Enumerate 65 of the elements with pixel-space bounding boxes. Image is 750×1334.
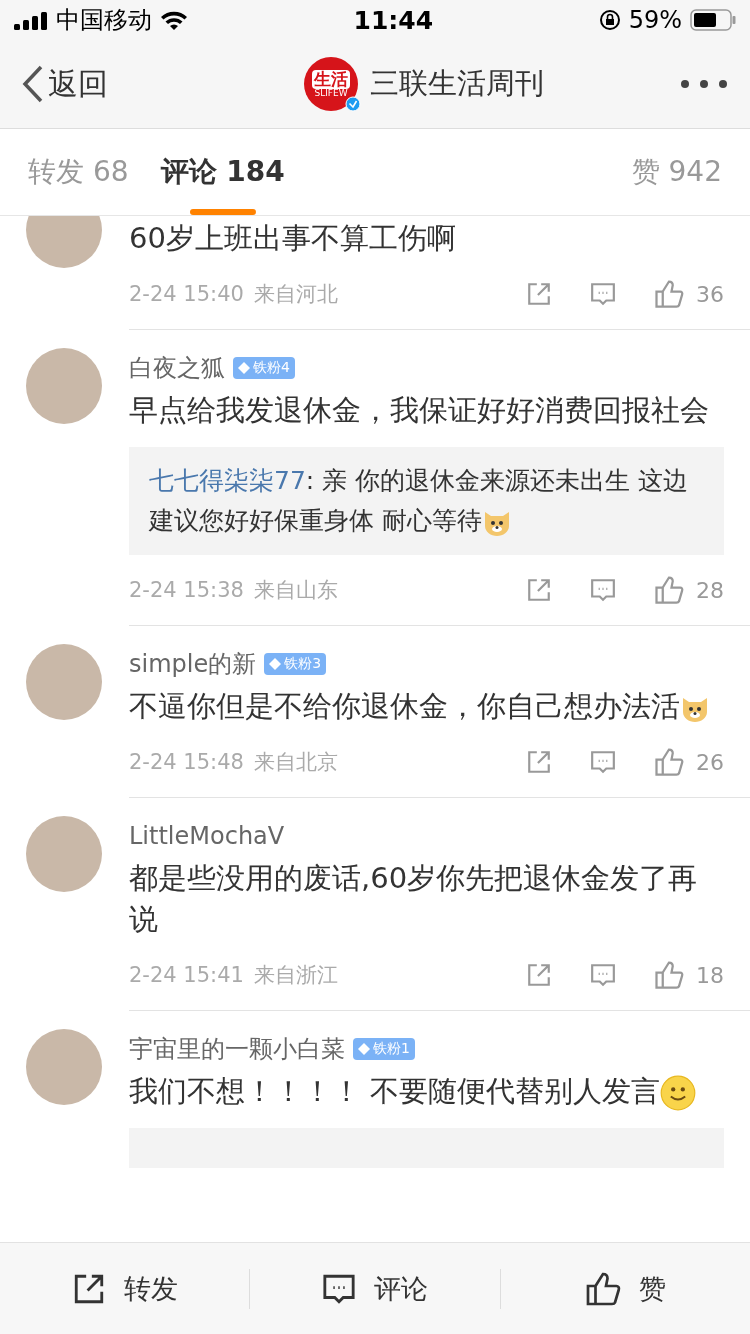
share-button[interactable] xyxy=(526,577,552,603)
battery-percent: 59% xyxy=(628,6,682,34)
comment-location: 来自北京 xyxy=(253,749,338,776)
reply-preview[interactable]: 七七得柒柒77: 亲 你的退休金来源还未出生 这边建议您好好保重身体 耐心等待 xyxy=(129,447,724,555)
username[interactable]: LittleMochaV xyxy=(129,822,285,850)
thumbs-up-icon xyxy=(654,960,684,990)
diamond-icon xyxy=(269,658,282,670)
logo-text: 生活 xyxy=(312,70,350,89)
clock-time: 11:44 xyxy=(353,5,434,35)
fan-badge: 铁粉1 xyxy=(353,1038,415,1060)
signal-icon xyxy=(14,10,48,30)
comment-location: 来自浙江 xyxy=(253,962,338,989)
thumbs-up-icon xyxy=(584,1270,621,1307)
logo-subtext: SLIFEW xyxy=(314,88,348,98)
comment-text: 60岁上班出事不算工伤啊 xyxy=(129,220,457,257)
share-icon xyxy=(526,281,552,307)
reply-username[interactable]: 七七得柒柒77 xyxy=(149,466,306,495)
comment-time: 2-24 15:38 xyxy=(129,578,244,602)
reply-button[interactable] xyxy=(590,281,616,307)
battery-icon xyxy=(690,9,736,31)
tab[interactable]: 评论 184 xyxy=(160,129,285,215)
carrier-name: 中国移动 xyxy=(56,5,152,36)
share-button[interactable] xyxy=(526,749,552,775)
comment-location: 来自河北 xyxy=(253,281,338,308)
comment-icon xyxy=(590,577,616,603)
chevron-left-icon xyxy=(22,65,44,103)
fan-badge: 铁粉3 xyxy=(264,653,327,675)
comment-time: 2-24 15:41 xyxy=(129,963,244,987)
share-button[interactable] xyxy=(526,281,552,307)
verified-icon xyxy=(345,96,361,112)
back-button[interactable]: 返回 xyxy=(22,63,108,105)
share-icon xyxy=(526,577,552,603)
share-icon xyxy=(526,749,552,775)
comment-text: 都是些没用的废话,60岁你先把退休金发了再说 xyxy=(129,860,699,938)
username[interactable]: 白夜之狐 xyxy=(129,352,225,384)
username[interactable]: 宇宙里的一颗小白菜 xyxy=(129,1033,345,1065)
comment-text: 不逼你但是不给你退休金，你自己想办法活 xyxy=(129,686,724,727)
comment-time: 2-24 15:48 xyxy=(129,750,244,774)
wifi-icon xyxy=(160,10,188,30)
comment-text: 早点给我发退休金，我保证好好消费回报社会 xyxy=(129,392,710,429)
diamond-icon xyxy=(358,1043,370,1055)
rotation-lock-icon xyxy=(598,9,621,31)
share-button[interactable] xyxy=(526,962,552,988)
action-button[interactable]: 评论 xyxy=(250,1243,500,1334)
reply-button[interactable] xyxy=(590,577,616,603)
comment-time: 2-24 15:40 xyxy=(129,282,244,306)
reply-button[interactable] xyxy=(590,962,616,988)
account-title: 三联生活周刊 xyxy=(370,65,544,102)
share-icon xyxy=(526,962,552,988)
thumbs-up-icon xyxy=(654,575,684,605)
comment-icon xyxy=(590,749,616,775)
comment-icon xyxy=(590,962,616,988)
username[interactable]: simple的新 xyxy=(129,648,257,680)
thumbs-up-icon xyxy=(654,279,684,309)
smile-emoji-icon xyxy=(660,1075,697,1111)
comment-text: 我们不想！！！！ 不要随便代替别人发言 xyxy=(129,1071,724,1112)
action-button[interactable]: 转发 xyxy=(0,1243,250,1334)
comment-location: 来自山东 xyxy=(253,577,338,604)
diamond-icon xyxy=(238,362,250,374)
fan-badge: 铁粉4 xyxy=(233,357,295,379)
more-icon[interactable] xyxy=(680,79,728,89)
action-button[interactable]: 赞 xyxy=(500,1243,750,1334)
comment-icon xyxy=(590,281,616,307)
reply-button[interactable] xyxy=(590,749,616,775)
thumbs-up-icon xyxy=(654,747,684,777)
